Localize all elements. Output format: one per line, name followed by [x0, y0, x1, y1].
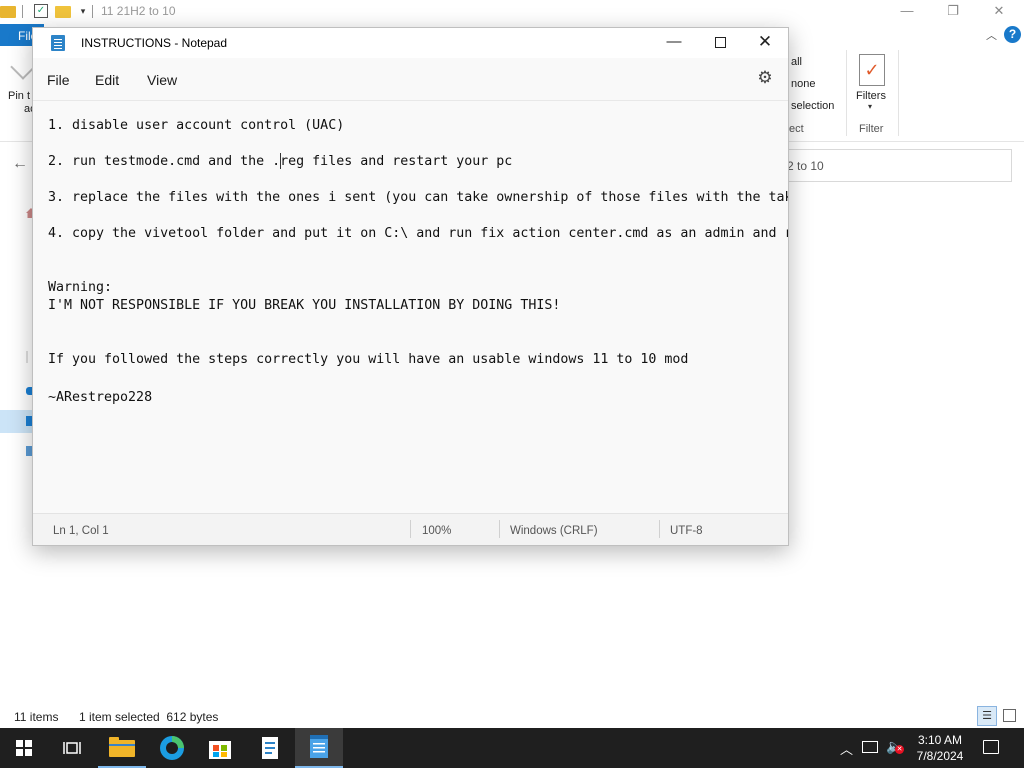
chevron-down-icon: ▾ [868, 102, 873, 111]
large-icons-view-icon[interactable] [1003, 709, 1016, 722]
separator [92, 5, 93, 18]
store-taskbar-button[interactable] [196, 728, 244, 768]
filter-checklist-icon: ✓ [859, 54, 885, 86]
notepad-taskbar-button[interactable] [295, 728, 343, 768]
item-count: 11 items [14, 710, 59, 724]
address-bar[interactable]: 2 to 10 [780, 149, 1012, 182]
zoom-level: 100% [422, 525, 452, 537]
help-icon[interactable]: ? [1004, 26, 1021, 43]
text-editor[interactable]: 1. disable user account control (UAC) 2.… [33, 100, 788, 513]
edge-taskbar-button[interactable] [148, 728, 196, 768]
edge-browser-icon [160, 736, 184, 760]
minimize-icon[interactable]: — [651, 28, 697, 58]
document-icon [262, 737, 278, 759]
explorer-title: 11 21H2 to 10 [101, 4, 176, 18]
cursor-position: Ln 1, Col 1 [53, 525, 109, 537]
network-icon[interactable] [862, 741, 878, 753]
select-group-label: ect [789, 123, 804, 135]
details-view-icon[interactable]: ☰ [977, 706, 997, 726]
notepad-status-bar: Ln 1, Col 1 100% Windows (CRLF) UTF-8 [33, 513, 788, 545]
notepad-window: INSTRUCTIONS - Notepad — ✕ File Edit Vie… [32, 27, 789, 546]
maximize-icon[interactable] [697, 28, 743, 58]
taskbar: ︿ 🔈 ✕ 3:10 AM 7/8/2024 [0, 728, 1024, 768]
invert-selection-button[interactable]: selection [791, 100, 834, 112]
text-line: Warning: [48, 280, 113, 295]
address-text: 2 to 10 [787, 159, 824, 173]
mute-badge-icon: ✕ [895, 745, 904, 754]
notepad-titlebar[interactable]: INSTRUCTIONS - Notepad — ✕ [33, 28, 788, 58]
settings-gear-icon[interactable]: ⚙ [755, 68, 775, 88]
filter-group-label: Filter [859, 123, 884, 135]
notifications-icon[interactable] [983, 740, 999, 754]
folder-icon [0, 6, 16, 18]
chevron-down-icon[interactable]: ▾ [76, 4, 90, 18]
restore-icon[interactable]: ❐ [930, 0, 976, 24]
close-icon[interactable]: ✕ [742, 28, 788, 58]
new-folder-icon[interactable] [55, 6, 71, 18]
microsoft-store-icon [209, 741, 231, 759]
select-all-button[interactable]: all [791, 56, 802, 68]
pin-label[interactable]: Pin t [8, 90, 30, 102]
separator [898, 50, 899, 136]
folder-icon [109, 737, 135, 757]
notes-taskbar-button[interactable] [246, 728, 294, 768]
separator [499, 520, 500, 538]
explorer-status-bar: 11 items 1 item selected 612 bytes ☰ [0, 706, 1024, 728]
text-line: I'M NOT RESPONSIBLE IF YOU BREAK YOU INS… [48, 298, 561, 313]
notepad-icon [310, 735, 328, 758]
clock[interactable]: 3:10 AM 7/8/2024 [912, 732, 968, 764]
encoding: UTF-8 [670, 525, 703, 537]
windows-logo-icon [16, 740, 32, 756]
text-line: ~ARestrepo228 [48, 390, 153, 405]
explorer-titlebar: ✓ ▾ 11 21H2 to 10 — ❐ ✕ [0, 0, 1024, 24]
filters-label: Filters [856, 90, 886, 102]
back-arrow-icon[interactable]: ← [12, 155, 28, 173]
selection-info: 1 item selected 612 bytes [79, 710, 219, 724]
line-ending: Windows (CRLF) [510, 525, 598, 537]
separator [410, 520, 411, 538]
text-line: If you followed the steps correctly you … [48, 352, 689, 367]
select-none-button[interactable]: none [791, 78, 815, 90]
filters-button[interactable]: ✓ Filters ▾ [846, 50, 898, 116]
file-explorer-taskbar-button[interactable] [98, 728, 146, 768]
chevron-up-icon[interactable]: ︿ [986, 27, 997, 43]
text-line: 4. copy the vivetool folder and put it o… [48, 226, 788, 241]
menu-view[interactable]: View [147, 72, 177, 88]
task-view-icon [63, 742, 81, 754]
text-cursor-ibeam [280, 153, 281, 169]
volume-muted-icon[interactable]: 🔈 ✕ [886, 738, 904, 755]
close-icon[interactable]: ✕ [976, 0, 1022, 24]
show-hidden-icons-chevron-icon[interactable]: ︿ [840, 739, 853, 758]
notepad-icon [51, 35, 65, 51]
clock-time: 3:10 AM [917, 733, 963, 747]
text-line: 1. disable user account control (UAC) [48, 118, 345, 133]
start-button[interactable] [0, 728, 48, 768]
nav-divider [26, 351, 28, 363]
task-view-button[interactable] [48, 728, 96, 768]
separator [22, 5, 23, 18]
minimize-icon[interactable]: — [884, 0, 930, 24]
menu-edit[interactable]: Edit [95, 72, 119, 88]
properties-checkbox-icon[interactable]: ✓ [34, 4, 48, 18]
clock-date: 7/8/2024 [916, 749, 964, 763]
text-line: 3. replace the files with the ones i sen… [48, 190, 788, 205]
notepad-title: INSTRUCTIONS - Notepad [81, 36, 228, 50]
separator [659, 520, 660, 538]
menu-file[interactable]: File [47, 72, 70, 88]
notepad-menubar: File Edit View ⚙ [33, 58, 788, 100]
